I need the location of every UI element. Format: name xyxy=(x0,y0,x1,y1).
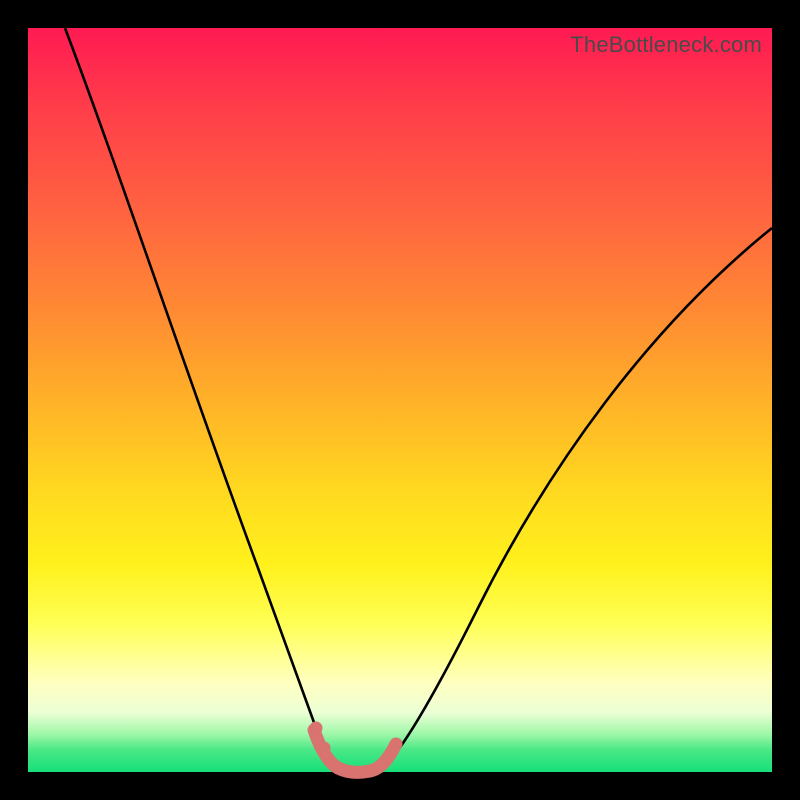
chart-svg xyxy=(28,28,772,772)
chart-plot-area: TheBottleneck.com xyxy=(28,28,772,772)
marker-dot-icon xyxy=(318,742,331,755)
marker-dot-icon xyxy=(310,722,323,735)
chart-frame: TheBottleneck.com xyxy=(0,0,800,800)
bottleneck-curve xyxy=(65,28,772,772)
